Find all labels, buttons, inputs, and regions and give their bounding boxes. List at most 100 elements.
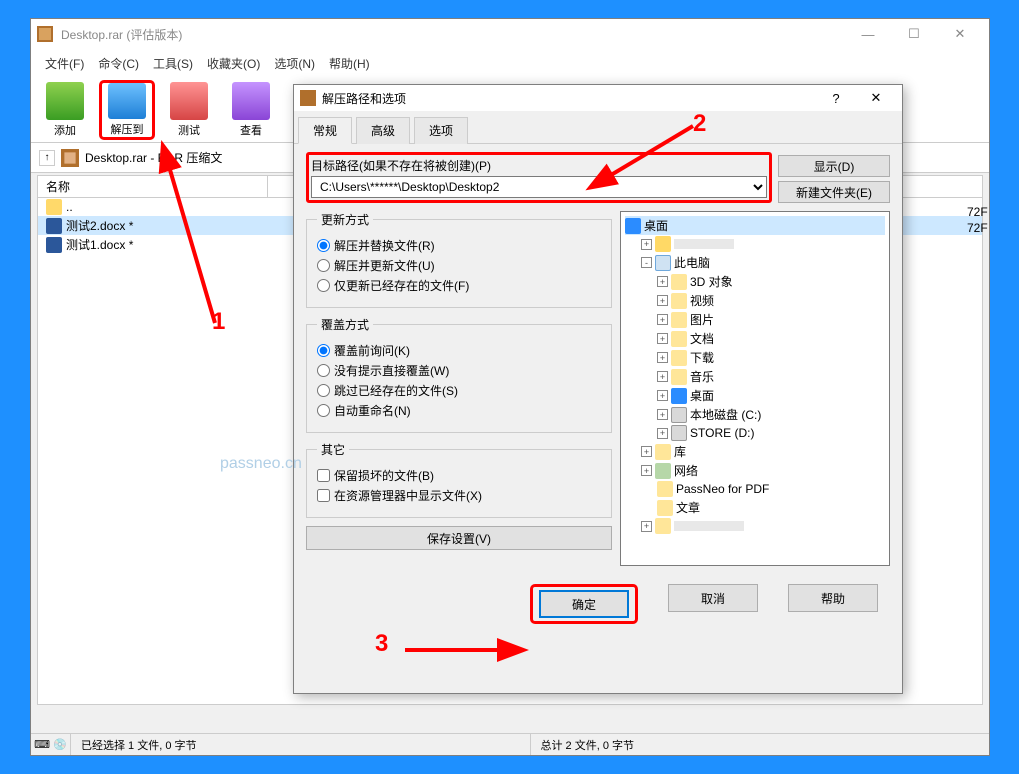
- drive-icon: [671, 407, 687, 423]
- chk-keep-broken[interactable]: 保留损坏的文件(B): [317, 467, 601, 484]
- toolbar-test[interactable]: 测试: [161, 80, 217, 140]
- app-icon: [37, 26, 53, 42]
- ok-button[interactable]: 确定: [539, 590, 629, 618]
- titlebar: Desktop.rar (评估版本) — ☐ ✕: [31, 19, 989, 49]
- user-icon: [655, 236, 671, 252]
- dialog-help-button[interactable]: ?: [816, 91, 856, 106]
- menu-help[interactable]: 帮助(H): [323, 53, 376, 74]
- tree-item[interactable]: +下载: [625, 348, 885, 367]
- opt-extract-replace[interactable]: 解压并替换文件(R): [317, 237, 601, 254]
- annotation-3: 3: [375, 630, 388, 658]
- tree-item[interactable]: +音乐: [625, 367, 885, 386]
- maximize-button[interactable]: ☐: [891, 19, 937, 49]
- tab-general[interactable]: 常规: [298, 117, 352, 144]
- folder-icon: [46, 199, 62, 215]
- app-icon: [300, 90, 316, 106]
- archive-icon: [61, 149, 79, 167]
- dialog-titlebar: 解压路径和选项 ? ✕: [294, 85, 902, 111]
- add-icon: [46, 82, 84, 120]
- fold-icon: [671, 350, 687, 366]
- tree-item[interactable]: -此电脑: [625, 253, 885, 272]
- tree-item[interactable]: +网络: [625, 461, 885, 480]
- window-title: Desktop.rar (评估版本): [61, 26, 845, 43]
- arrow-2: [598, 118, 708, 193]
- fold-icon: [671, 369, 687, 385]
- tree-item[interactable]: +图片: [625, 310, 885, 329]
- annotation-2: 2: [693, 110, 706, 138]
- tree-item[interactable]: +桌面: [625, 386, 885, 405]
- menu-command[interactable]: 命令(C): [92, 53, 145, 74]
- fold-icon: [657, 481, 673, 497]
- fold-icon: [657, 500, 673, 516]
- menu-tools[interactable]: 工具(S): [147, 53, 199, 74]
- docx-icon: [46, 237, 62, 253]
- minimize-button[interactable]: —: [845, 19, 891, 49]
- folder-tree[interactable]: 桌面 + -此电脑+3D 对象+视频+图片+文档+下载+音乐+桌面+本地磁盘 (…: [620, 211, 890, 566]
- dialog-title: 解压路径和选项: [322, 90, 816, 107]
- view-icon: [232, 82, 270, 120]
- arrow-3: [400, 635, 520, 665]
- net-icon: [655, 463, 671, 479]
- opt-extract-update[interactable]: 解压并更新文件(U): [317, 257, 601, 274]
- tree-item[interactable]: +3D 对象: [625, 272, 885, 291]
- tree-item[interactable]: PassNeo for PDF: [625, 480, 885, 498]
- watermark: passneo.cn: [220, 455, 302, 473]
- status-left: 已经选择 1 文件, 0 字节: [71, 734, 531, 755]
- test-icon: [170, 82, 208, 120]
- cancel-button[interactable]: 取消: [668, 584, 758, 612]
- dialog-footer: 确定 取消 帮助: [294, 574, 902, 634]
- tab-advanced[interactable]: 高级: [356, 117, 410, 144]
- menubar: 文件(F) 命令(C) 工具(S) 收藏夹(O) 选项(N) 帮助(H): [31, 49, 989, 78]
- folder-icon: [655, 518, 671, 534]
- chk-show-explorer[interactable]: 在资源管理器中显示文件(X): [317, 487, 601, 504]
- opt-skip[interactable]: 跳过已经存在的文件(S): [317, 382, 601, 399]
- toolbar-extract-to[interactable]: 解压到: [99, 80, 155, 140]
- arrow-1: [160, 148, 240, 338]
- tree-user[interactable]: +: [625, 235, 885, 253]
- tree-item[interactable]: +STORE (D:): [625, 424, 885, 442]
- menu-options[interactable]: 选项(N): [268, 53, 321, 74]
- annotation-1: 1: [212, 308, 225, 336]
- tree-desktop[interactable]: 桌面: [625, 216, 885, 235]
- opt-auto-rename[interactable]: 自动重命名(N): [317, 402, 601, 419]
- extra-col: 72F 72F: [965, 204, 1013, 236]
- tree-item[interactable]: +视频: [625, 291, 885, 310]
- help-button[interactable]: 帮助: [788, 584, 878, 612]
- fold-icon: [671, 293, 687, 309]
- other-group: 其它 保留损坏的文件(B) 在资源管理器中显示文件(X): [306, 441, 612, 518]
- show-button[interactable]: 显示(D): [778, 155, 890, 177]
- status-right: 总计 2 文件, 0 字节: [531, 734, 990, 755]
- desk-icon: [671, 388, 687, 404]
- menu-file[interactable]: 文件(F): [39, 53, 90, 74]
- toolbar-add[interactable]: 添加: [37, 80, 93, 140]
- tree-item[interactable]: +文档: [625, 329, 885, 348]
- fold-icon: [671, 274, 687, 290]
- drive-icon: [671, 425, 687, 441]
- docx-icon: [46, 218, 62, 234]
- fold-icon: [671, 312, 687, 328]
- new-folder-button[interactable]: 新建文件夹(E): [778, 181, 890, 203]
- overwrite-group: 覆盖方式 覆盖前询问(K) 没有提示直接覆盖(W) 跳过已经存在的文件(S) 自…: [306, 316, 612, 433]
- opt-only-existing[interactable]: 仅更新已经存在的文件(F): [317, 277, 601, 294]
- toolbar-view[interactable]: 查看: [223, 80, 279, 140]
- update-group: 更新方式 解压并替换文件(R) 解压并更新文件(U) 仅更新已经存在的文件(F): [306, 211, 612, 308]
- statusbar: ⌨ 💿 已经选择 1 文件, 0 字节 总计 2 文件, 0 字节: [31, 733, 989, 755]
- close-button[interactable]: ✕: [937, 19, 983, 49]
- fold-icon: [671, 331, 687, 347]
- extract-icon: [108, 83, 146, 119]
- fold-icon: [655, 444, 671, 460]
- dialog-close-button[interactable]: ✕: [856, 90, 896, 106]
- tree-item[interactable]: 文章: [625, 498, 885, 517]
- save-settings-button[interactable]: 保存设置(V): [306, 526, 612, 550]
- tree-item[interactable]: +: [625, 517, 885, 535]
- desktop-icon: [625, 218, 641, 234]
- tree-item[interactable]: +库: [625, 442, 885, 461]
- tab-options[interactable]: 选项: [414, 117, 468, 144]
- menu-favorites[interactable]: 收藏夹(O): [201, 53, 266, 74]
- up-button[interactable]: ↑: [39, 150, 55, 166]
- opt-no-prompt[interactable]: 没有提示直接覆盖(W): [317, 362, 601, 379]
- opt-ask[interactable]: 覆盖前询问(K): [317, 342, 601, 359]
- statusbar-icon: ⌨ 💿: [31, 734, 71, 755]
- tree-item[interactable]: +本地磁盘 (C:): [625, 405, 885, 424]
- pc-icon: [655, 255, 671, 271]
